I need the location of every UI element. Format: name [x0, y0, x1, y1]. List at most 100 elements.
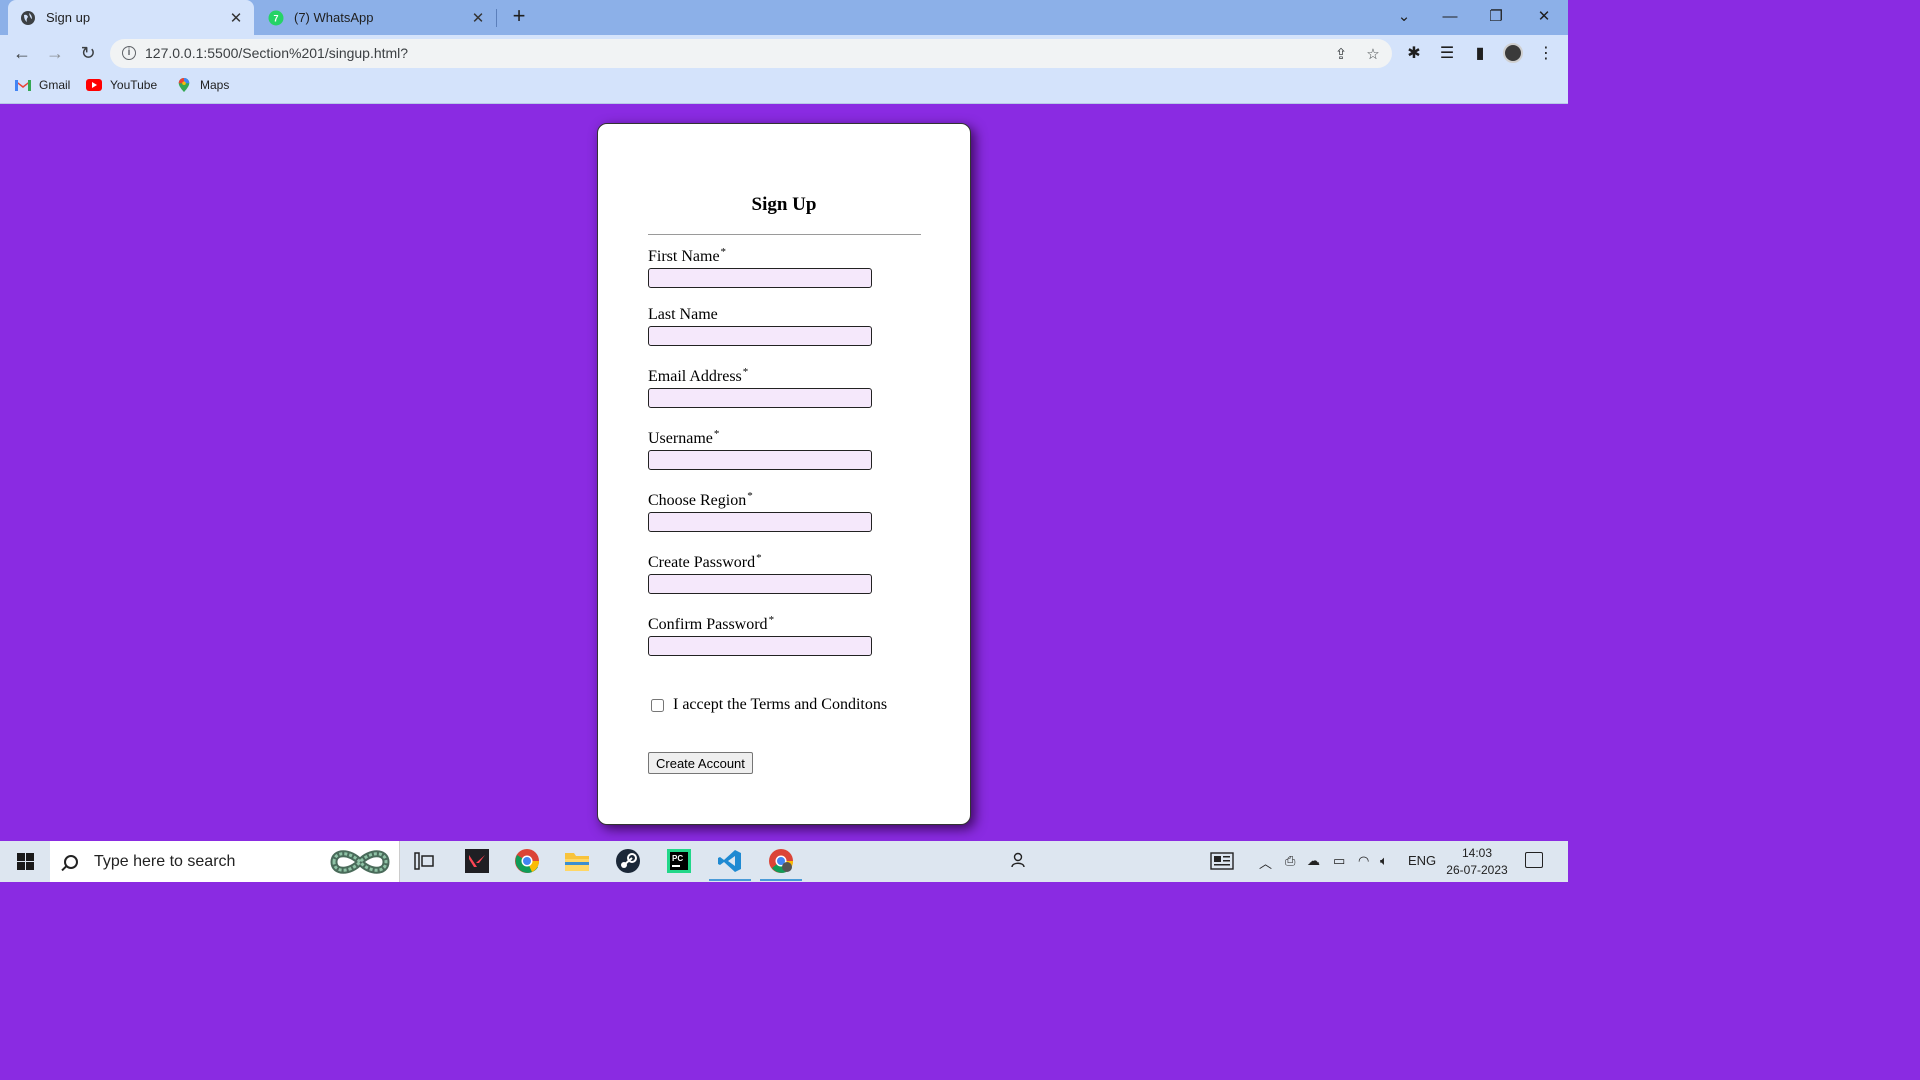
confirm-password-label: Confirm Password*	[648, 614, 775, 633]
chrome-profile-icon[interactable]	[760, 846, 802, 881]
create-password-input[interactable]	[648, 574, 872, 594]
required-marker: *	[756, 552, 762, 564]
region-label: Choose Region*	[648, 490, 753, 509]
maps-icon	[178, 78, 190, 92]
address-bar[interactable]: i 127.0.0.1:5500/Section%201/singup.html…	[110, 39, 1392, 68]
create-account-button[interactable]: Create Account	[648, 752, 753, 774]
minimize-icon[interactable]: —	[1427, 0, 1473, 32]
search-placeholder: Type here to search	[94, 852, 236, 870]
new-tab-button[interactable]: +	[508, 5, 530, 28]
start-button[interactable]	[0, 841, 50, 882]
first-name-input[interactable]	[648, 268, 872, 288]
language-indicator[interactable]: ENG	[1408, 853, 1436, 868]
form-title: Sign Up	[751, 194, 817, 215]
windows-logo-icon	[16, 853, 34, 870]
close-window-icon[interactable]: ✕	[1521, 0, 1567, 32]
last-name-group: Last Name	[648, 306, 878, 346]
tab-sign-up[interactable]: Sign up ✕	[8, 0, 254, 35]
bookmark-label: Gmail	[39, 78, 71, 92]
bookmark-star-icon[interactable]: ☆	[1364, 45, 1382, 63]
tab-whatsapp[interactable]: 7 (7) WhatsApp ✕	[256, 0, 496, 35]
tab-search-chevron-icon[interactable]: ⌄	[1381, 0, 1427, 32]
extensions-puzzle-icon[interactable]: ✱	[1404, 43, 1424, 63]
tab-title: (7) WhatsApp	[294, 10, 374, 25]
battery-icon[interactable]: ▭	[1333, 853, 1345, 869]
share-icon[interactable]: ⇪	[1332, 45, 1350, 63]
clock-date: 26-07-2023	[1446, 863, 1508, 877]
terms-checkbox[interactable]	[651, 698, 664, 712]
required-marker: *	[713, 428, 720, 440]
volume-icon[interactable]: 🔈︎	[1380, 853, 1388, 869]
required-marker: *	[768, 614, 775, 626]
svg-text:PC: PC	[672, 854, 683, 863]
task-view-icon[interactable]	[409, 846, 439, 876]
bookmark-gmail[interactable]: Gmail	[15, 78, 70, 92]
forward-arrow-icon[interactable]: →	[43, 41, 67, 65]
valorant-icon[interactable]	[462, 846, 492, 876]
reload-icon[interactable]: ↻	[76, 41, 100, 65]
file-explorer-icon[interactable]	[562, 846, 592, 876]
close-tab-icon[interactable]: ✕	[226, 8, 246, 28]
last-name-input[interactable]	[648, 326, 872, 346]
email-group: Email Address*	[648, 366, 878, 408]
first-name-group: First Name*	[648, 246, 878, 288]
region-group: Choose Region*	[648, 490, 878, 532]
close-tab-icon[interactable]: ✕	[468, 8, 488, 28]
bookmark-youtube[interactable]: YouTube	[86, 78, 157, 92]
username-group: Username*	[648, 428, 878, 470]
show-hidden-icons-chevron-icon[interactable]: ︿	[1259, 853, 1272, 872]
email-label: Email Address*	[648, 366, 749, 385]
youtube-icon	[86, 79, 102, 91]
restore-icon[interactable]: ❐	[1473, 0, 1519, 32]
globe-icon	[21, 10, 35, 25]
media-queue-icon[interactable]: ☰	[1437, 43, 1457, 63]
tab-separator	[496, 9, 497, 27]
gmail-icon	[15, 80, 31, 91]
region-input[interactable]	[648, 512, 872, 532]
create-password-group: Create Password*	[648, 552, 878, 594]
terms-label: I accept the Terms and Conditons	[673, 696, 888, 713]
last-name-label: Last Name	[648, 306, 718, 323]
required-marker: *	[720, 246, 727, 258]
title-divider	[648, 234, 921, 235]
whatsapp-icon: 7	[268, 10, 284, 25]
tab-title: Sign up	[46, 10, 91, 25]
required-marker: *	[747, 490, 753, 502]
steam-icon[interactable]	[613, 846, 643, 876]
first-name-label: First Name*	[648, 246, 727, 265]
confirm-password-input[interactable]	[648, 636, 872, 656]
username-input[interactable]	[648, 450, 872, 470]
bookmark-label: Maps	[200, 78, 230, 92]
browser-tab-strip: Sign up ✕ 7 (7) WhatsApp ✕ + ⌄ — ❐ ✕	[0, 0, 1568, 35]
signup-card: Sign Up First Name* Last Name Email Addr…	[597, 123, 971, 825]
profile-avatar[interactable]	[1503, 43, 1523, 63]
bookmarks-bar: Gmail YouTube Maps	[0, 71, 1568, 104]
meet-now-icon[interactable]: ⎙	[1285, 853, 1295, 869]
bookmark-label: YouTube	[110, 78, 158, 92]
create-password-label: Create Password*	[648, 552, 762, 571]
pycharm-icon[interactable]: PC	[664, 846, 694, 876]
search-highlight-icon[interactable]	[328, 845, 392, 879]
notifications-icon[interactable]	[1525, 852, 1543, 868]
url-text[interactable]: 127.0.0.1:5500/Section%201/singup.html?	[145, 45, 408, 61]
side-panel-icon[interactable]: ▮	[1470, 43, 1490, 63]
site-info-icon[interactable]: i	[122, 46, 136, 60]
windows-taskbar: Type here to search PC ︿ ⎙ ☁ ▭ ◠ 🔈︎ ENG …	[0, 841, 1568, 882]
system-clock[interactable]: 14:03 26-07-2023	[1444, 845, 1510, 879]
browser-toolbar: ← → ↻ i 127.0.0.1:5500/Section%201/singu…	[0, 35, 1568, 71]
email-input[interactable]	[648, 388, 872, 408]
bookmark-maps[interactable]: Maps	[176, 78, 229, 92]
vscode-icon[interactable]	[709, 846, 751, 881]
onedrive-cloud-icon[interactable]: ☁	[1307, 853, 1320, 869]
wifi-icon[interactable]: ◠	[1358, 853, 1369, 869]
svg-text:7: 7	[273, 13, 278, 23]
people-icon[interactable]	[1010, 851, 1028, 872]
required-marker: *	[742, 366, 749, 378]
terms-row: I accept the Terms and Conditons	[651, 696, 887, 714]
back-arrow-icon[interactable]: ←	[10, 41, 34, 65]
search-icon	[64, 854, 78, 869]
news-widget-icon[interactable]	[1210, 852, 1234, 873]
clock-time: 14:03	[1461, 846, 1493, 860]
chrome-icon[interactable]	[512, 846, 542, 876]
kebab-menu-icon[interactable]: ⋮	[1536, 43, 1556, 63]
